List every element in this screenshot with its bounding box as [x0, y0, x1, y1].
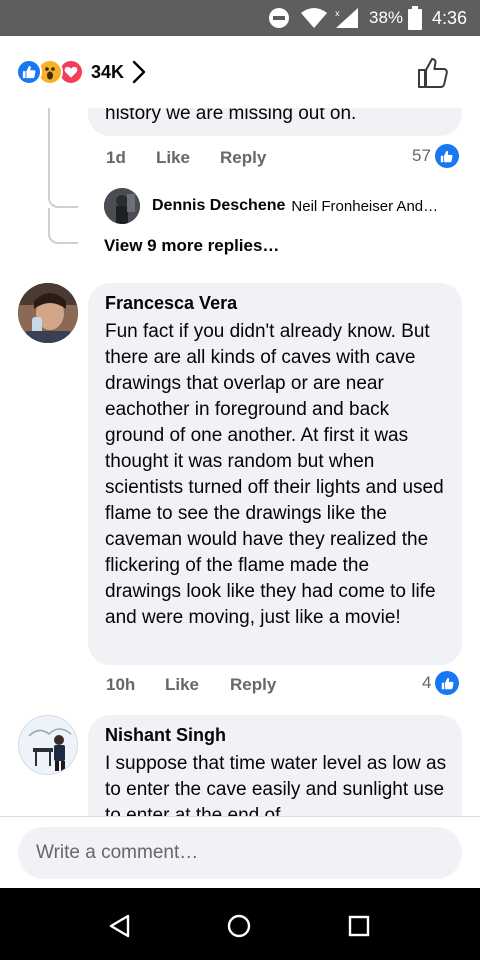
- like-badge-icon: [434, 144, 459, 168]
- like-count: 57: [412, 144, 459, 168]
- comment-actions: 10h Like Reply: [0, 675, 480, 697]
- wifi-icon: [300, 0, 328, 36]
- comment-time: 10h: [106, 675, 136, 694]
- like-button[interactable]: Like: [165, 675, 199, 695]
- like-count: 4: [422, 671, 460, 695]
- avatar[interactable]: [18, 283, 78, 343]
- reactions-header: 34K: [0, 36, 480, 108]
- reply-preview[interactable]: Dennis Deschene Neil Fronheiser And…: [104, 186, 464, 226]
- comment-composer: Write a comment…: [0, 816, 480, 888]
- comment-text: I suppose that time water level as low a…: [105, 753, 447, 816]
- reply-text: Neil Fronheiser And…: [291, 197, 439, 215]
- like-button[interactable]: Like: [156, 148, 190, 168]
- comment-bubble[interactable]: Francesca Vera Fun fact if you didn't al…: [88, 283, 462, 665]
- comment-text: Fun fact if you didn't already know. But…: [105, 321, 444, 628]
- system-nav-bar: [0, 888, 480, 960]
- do-not-disturb-icon: [268, 0, 290, 36]
- battery-percent: 38%: [369, 8, 404, 27]
- comment-input[interactable]: Write a comment…: [18, 827, 462, 879]
- reply-button[interactable]: Reply: [230, 675, 276, 695]
- comment-time: 1d: [106, 148, 126, 167]
- comment-author[interactable]: Francesca Vera: [105, 293, 237, 314]
- comments-list[interactable]: history we are missing out on. 1d Like R…: [0, 108, 480, 816]
- recents-icon[interactable]: [341, 908, 377, 944]
- avatar[interactable]: [104, 188, 140, 224]
- battery-icon: [408, 0, 422, 36]
- signal-icon: x: [334, 0, 360, 36]
- svg-text:x: x: [335, 9, 340, 18]
- chevron-right-icon[interactable]: [132, 60, 146, 84]
- avatar[interactable]: [18, 715, 78, 775]
- reaction-count: 34K: [91, 61, 125, 82]
- comment-author[interactable]: Nishant Singh: [105, 725, 226, 746]
- like-count-number: 4: [422, 673, 432, 692]
- like-reaction-icon: [16, 59, 42, 85]
- comment-actions: 1d Like Reply: [0, 148, 480, 170]
- comment-bubble[interactable]: history we are missing out on.: [88, 108, 462, 136]
- view-more-replies-link[interactable]: View 9 more replies…: [104, 236, 279, 256]
- like-badge-icon: [435, 671, 460, 695]
- clock: 4:36: [432, 7, 468, 28]
- reply-author[interactable]: Dennis Deschene: [152, 197, 285, 215]
- back-icon[interactable]: [102, 908, 138, 944]
- like-post-icon[interactable]: [416, 56, 450, 95]
- status-bar: x 38% 4:36: [0, 0, 480, 36]
- comment-bubble[interactable]: Nishant Singh I suppose that time water …: [88, 715, 462, 816]
- thread-connector: [48, 208, 78, 244]
- reply-button[interactable]: Reply: [220, 148, 266, 168]
- home-icon[interactable]: [221, 908, 257, 944]
- like-count-number: 57: [412, 146, 431, 165]
- comment-text: history we are missing out on.: [105, 108, 357, 124]
- reaction-summary[interactable]: 34K: [16, 58, 146, 86]
